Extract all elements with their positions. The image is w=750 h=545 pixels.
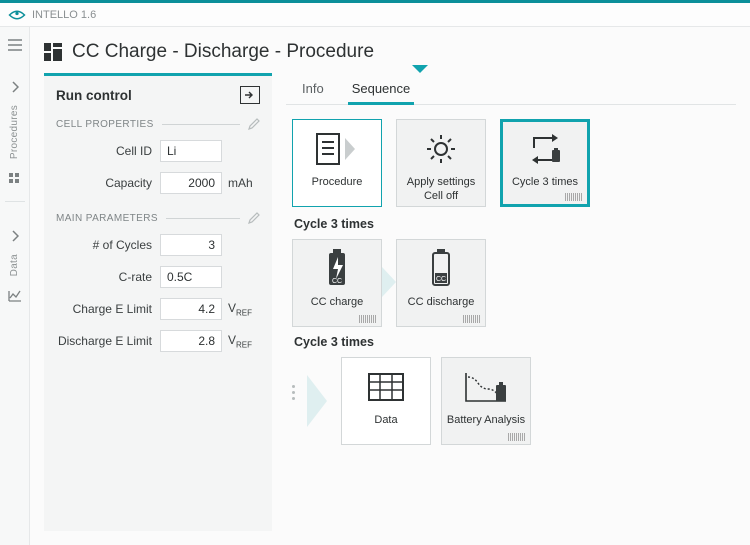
dashboard-icon (44, 43, 62, 61)
rail-group-procedures[interactable]: Procedures (9, 105, 20, 159)
svg-text:CC: CC (436, 276, 446, 283)
barcode-icon (359, 315, 377, 323)
procedure-icon (315, 132, 359, 166)
tab-info[interactable]: Info (302, 81, 324, 104)
run-control-panel: Run control CELL PROPERTIES (44, 73, 272, 531)
rail-group-data[interactable]: Data (9, 254, 20, 276)
tile-label: Cycle 3 times (512, 176, 578, 190)
discharge-e-unit: VREF (228, 333, 252, 349)
tab-bar: Info Sequence (286, 73, 736, 105)
battery-discharge-icon: CC (427, 249, 455, 289)
tile-label: CC charge (311, 296, 364, 310)
tile-data[interactable]: Data (341, 357, 431, 445)
page-header: CC Charge - Discharge - Procedure (30, 27, 750, 73)
tile-cc-charge[interactable]: CC CC charge (292, 239, 382, 327)
tile-label: Data (374, 414, 397, 428)
tab-sequence[interactable]: Sequence (352, 81, 411, 104)
tile-label: Apply settings Cell off (407, 176, 475, 204)
tile-battery-analysis[interactable]: Battery Analysis (441, 357, 531, 445)
section-main-parameters: MAIN PARAMETERS (56, 213, 158, 224)
tile-label: Battery Analysis (447, 414, 525, 428)
crate-input[interactable] (160, 266, 222, 288)
menu-icon[interactable] (1, 31, 29, 59)
barcode-icon (463, 315, 481, 323)
grip-icon[interactable] (1, 165, 29, 193)
crate-label: C-rate (56, 270, 160, 284)
tile-cc-discharge[interactable]: CC CC discharge (396, 239, 486, 327)
cycle-icon (524, 132, 566, 166)
discharge-e-input[interactable] (160, 330, 222, 352)
charge-e-unit: VREF (228, 301, 252, 317)
tile-label: CC discharge (408, 296, 475, 310)
pencil-icon[interactable] (248, 212, 260, 224)
cycles-label: # of Cycles (56, 238, 160, 252)
flow-arrow-icon (382, 239, 396, 325)
cell-id-input[interactable] (160, 140, 222, 162)
title-bar: INTELLO 1.6 (0, 3, 750, 27)
tile-label: Procedure (312, 176, 363, 190)
capacity-unit: mAh (228, 176, 253, 190)
app-title: INTELLO 1.6 (32, 9, 96, 21)
pencil-icon[interactable] (248, 118, 260, 130)
tile-cycle[interactable]: Cycle 3 times (500, 119, 590, 207)
chart-icon[interactable] (1, 282, 29, 310)
cell-id-label: Cell ID (56, 144, 160, 158)
group-title: Cycle 3 times (294, 335, 736, 349)
left-rail: Procedures Data (0, 27, 30, 545)
tile-apply-settings[interactable]: Apply settings Cell off (396, 119, 486, 207)
gear-icon (424, 132, 458, 166)
capacity-label: Capacity (56, 176, 160, 190)
battery-charge-icon: CC (323, 249, 351, 289)
app-logo-icon (8, 9, 26, 21)
barcode-icon (508, 433, 526, 441)
table-icon (368, 373, 404, 401)
group-title: Cycle 3 times (294, 217, 736, 231)
drag-handle-icon[interactable] (292, 357, 299, 445)
active-tab-pointer-icon (412, 65, 428, 73)
sequence-area: Info Sequence (286, 73, 736, 531)
page-title: CC Charge - Discharge - Procedure (72, 41, 374, 63)
flow-arrow-icon (307, 375, 327, 427)
barcode-icon (565, 193, 583, 201)
chevron-right-icon[interactable] (1, 222, 29, 250)
section-cell-properties: CELL PROPERTIES (56, 119, 154, 130)
capacity-input[interactable] (160, 172, 222, 194)
popout-icon[interactable] (240, 86, 260, 104)
svg-text:CC: CC (332, 278, 342, 285)
chevron-right-icon[interactable] (1, 73, 29, 101)
charge-e-input[interactable] (160, 298, 222, 320)
charge-e-label: Charge E Limit (56, 302, 160, 316)
battery-analysis-icon (462, 369, 510, 405)
run-control-title: Run control (56, 88, 132, 103)
cycles-input[interactable] (160, 234, 222, 256)
tile-procedure[interactable]: Procedure (292, 119, 382, 207)
discharge-e-label: Discharge E Limit (56, 334, 160, 348)
